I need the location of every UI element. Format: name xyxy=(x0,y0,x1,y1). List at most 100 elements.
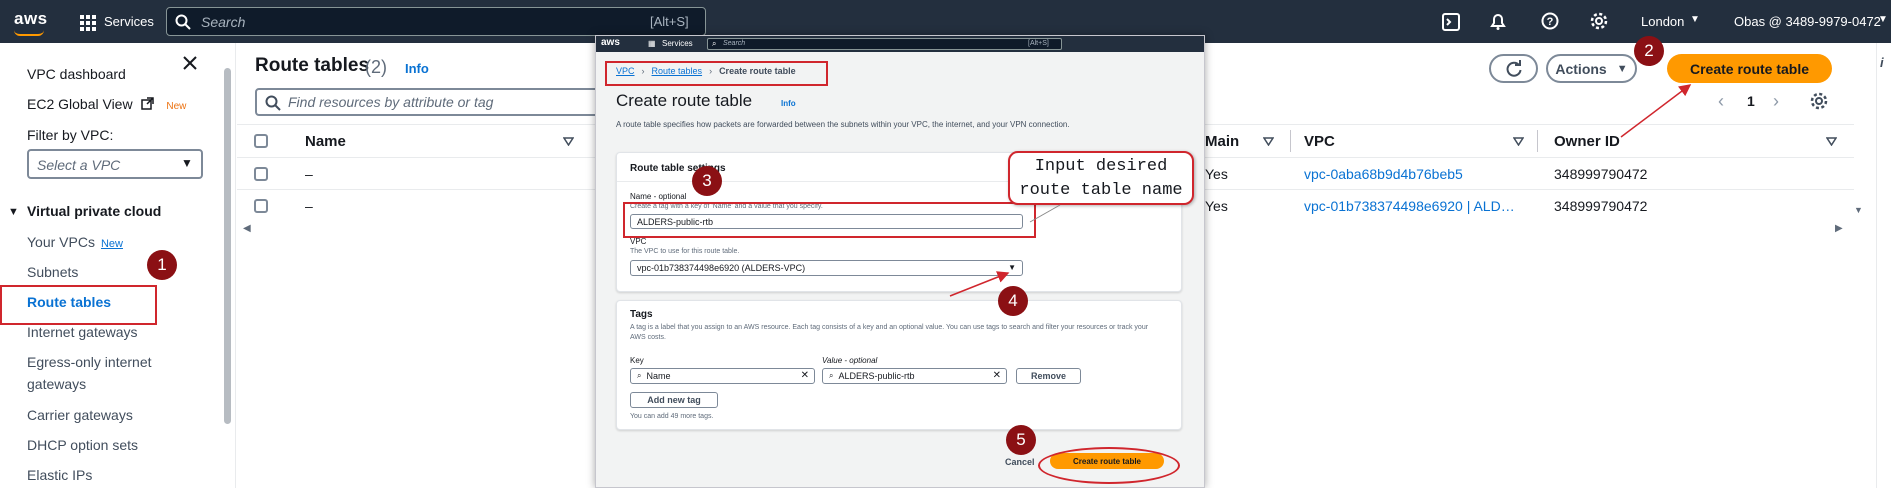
refresh-icon xyxy=(1506,59,1521,77)
cloudshell-icon[interactable] xyxy=(1442,13,1460,31)
tags-remaining-text: You can add 49 more tags. xyxy=(630,413,714,420)
clear-icon[interactable]: ✕ xyxy=(993,370,1001,381)
sidebar-item-egress-only-gateways-line2[interactable]: gateways xyxy=(27,376,86,392)
column-header-name[interactable]: Name xyxy=(305,133,346,150)
search-shortcut: [Alt+S] xyxy=(1028,40,1049,47)
row-vpc-link[interactable]: vpc-01b738374498e6920 | ALD… xyxy=(1304,198,1515,214)
sidebar-item-elastic-ips[interactable]: Elastic IPs xyxy=(27,467,92,483)
page-title: Route tables xyxy=(255,55,370,76)
create-route-table-button[interactable]: Create route table xyxy=(1667,54,1832,83)
services-grid-icon: ▦ xyxy=(648,39,656,48)
filter-caret-icon[interactable] xyxy=(1263,137,1274,146)
table-search-input[interactable]: Find resources by attribute or tag xyxy=(255,88,615,116)
help-panel-info-icon[interactable]: i xyxy=(1880,55,1884,70)
sidebar-item-subnets[interactable]: Subnets xyxy=(27,264,78,280)
vpc-field-hint: The VPC to use for this route table. xyxy=(630,248,740,255)
aws-logo[interactable]: aws xyxy=(14,9,48,29)
overlay-search-input[interactable]: ⌕ Search [Alt+S] xyxy=(707,38,1062,50)
sidebar-scrollbar[interactable] xyxy=(224,68,231,424)
info-link[interactable]: Info xyxy=(781,99,796,108)
row-checkbox[interactable] xyxy=(254,199,268,213)
search-icon: ⌕ xyxy=(712,39,717,48)
tag-key-value: Name xyxy=(646,371,671,381)
clear-icon[interactable]: ✕ xyxy=(801,370,809,381)
filter-caret-icon[interactable] xyxy=(563,137,574,146)
search-icon xyxy=(175,14,191,30)
remove-tag-button[interactable]: Remove xyxy=(1016,368,1081,384)
search-placeholder: Search xyxy=(723,40,746,47)
annotation-step-1: 1 xyxy=(147,250,177,280)
services-menu[interactable]: Services xyxy=(662,39,693,48)
vpc-filter-select[interactable]: Select a VPC ▼ xyxy=(27,149,203,179)
sidebar-section-heading[interactable]: Virtual private cloud xyxy=(27,203,161,219)
aws-logo: aws xyxy=(601,37,620,48)
previous-page-icon[interactable]: ‹ xyxy=(1718,91,1724,112)
vpc-field-label: VPC xyxy=(630,237,647,246)
actions-dropdown-button[interactable]: Actions ▼ xyxy=(1546,54,1637,83)
sidebar-item-label: Your VPCs xyxy=(27,234,95,250)
region-selector[interactable]: London xyxy=(1641,14,1684,29)
info-link[interactable]: Info xyxy=(405,61,429,76)
callout-line-2: route table name xyxy=(1019,181,1183,200)
sidebar: VPC dashboard EC2 Global View New Filter… xyxy=(0,43,236,488)
scroll-right-icon[interactable]: ▶ xyxy=(1835,223,1843,234)
overlay-description: A route table specifies how packets are … xyxy=(616,120,1070,129)
scroll-down-icon[interactable]: ▼ xyxy=(1854,205,1863,215)
sidebar-item-ec2-global-view[interactable]: EC2 Global View New xyxy=(27,96,186,112)
annotation-highlight-breadcrumb xyxy=(605,61,828,86)
sidebar-item-your-vpcs[interactable]: Your VPCs New xyxy=(27,234,123,250)
column-divider xyxy=(1290,130,1291,152)
scroll-left-icon[interactable]: ◀ xyxy=(243,223,251,234)
tag-key-input[interactable]: ⌕ Name ✕ xyxy=(630,368,815,384)
services-menu[interactable]: Services xyxy=(104,14,154,29)
column-header-vpc[interactable]: VPC xyxy=(1304,133,1335,150)
new-badge: New xyxy=(166,101,187,112)
cancel-button[interactable]: Cancel xyxy=(1005,457,1035,467)
annotation-step-2: 2 xyxy=(1634,36,1664,66)
current-page-number[interactable]: 1 xyxy=(1747,93,1755,109)
notifications-bell-icon[interactable] xyxy=(1489,12,1507,31)
search-placeholder: Search xyxy=(201,14,246,30)
sidebar-item-internet-gateways[interactable]: Internet gateways xyxy=(27,324,138,340)
tag-value-input[interactable]: ⌕ ALDERS-public-rtb ✕ xyxy=(822,368,1007,384)
actions-label: Actions xyxy=(1555,60,1607,77)
annotation-highlight-name-field xyxy=(623,202,1036,238)
filter-caret-icon[interactable] xyxy=(1826,137,1837,146)
annotation-step-5: 5 xyxy=(1006,425,1036,455)
select-all-checkbox[interactable] xyxy=(254,134,268,148)
table-preferences-gear-icon[interactable] xyxy=(1810,92,1828,110)
external-link-icon xyxy=(141,97,155,110)
annotation-highlight-create-button xyxy=(1038,447,1180,484)
column-header-main[interactable]: Main xyxy=(1205,133,1239,150)
row-main-cell: Yes xyxy=(1205,166,1228,182)
close-icon[interactable] xyxy=(183,56,197,70)
annotation-step-4: 4 xyxy=(998,286,1028,316)
tag-key-label: Key xyxy=(630,356,644,365)
account-menu[interactable]: Obas @ 3489-9979-0472 xyxy=(1734,14,1881,29)
create-route-table-overlay: aws ▦ Services ⌕ Search [Alt+S] VPC › Ro… xyxy=(595,35,1205,488)
tag-value-value: ALDERS-public-rtb xyxy=(838,371,915,381)
next-page-icon[interactable]: › xyxy=(1773,91,1779,112)
global-search-input[interactable]: Search [Alt+S] xyxy=(166,7,706,36)
services-grid-icon[interactable] xyxy=(80,15,96,31)
annotation-step-3: 3 xyxy=(692,166,722,196)
table-search-placeholder: Find resources by attribute or tag xyxy=(288,94,494,110)
chevron-down-icon: ▼ xyxy=(181,156,193,170)
svg-text:?: ? xyxy=(1547,16,1554,28)
help-icon[interactable]: ? xyxy=(1541,12,1559,30)
sidebar-item-egress-only-gateways[interactable]: Egress-only internet xyxy=(27,354,152,370)
vpc-filter-placeholder: Select a VPC xyxy=(37,157,121,173)
row-checkbox[interactable] xyxy=(254,167,268,181)
row-name-cell: – xyxy=(305,166,313,182)
settings-gear-icon[interactable] xyxy=(1590,12,1608,30)
vpc-select[interactable]: vpc-01b738374498e6920 (ALDERS-VPC) ▼ xyxy=(630,260,1023,276)
sidebar-title[interactable]: VPC dashboard xyxy=(27,66,126,82)
refresh-button[interactable] xyxy=(1489,54,1538,83)
add-new-tag-button[interactable]: Add new tag xyxy=(630,392,718,408)
sidebar-item-carrier-gateways[interactable]: Carrier gateways xyxy=(27,407,133,423)
filter-caret-icon[interactable] xyxy=(1513,137,1524,146)
tags-panel-header: Tags xyxy=(630,309,653,320)
column-header-owner-id[interactable]: Owner ID xyxy=(1554,133,1620,150)
sidebar-item-dhcp-option-sets[interactable]: DHCP option sets xyxy=(27,437,138,453)
row-vpc-link[interactable]: vpc-0aba68b9d4b76beb5 xyxy=(1304,166,1463,182)
